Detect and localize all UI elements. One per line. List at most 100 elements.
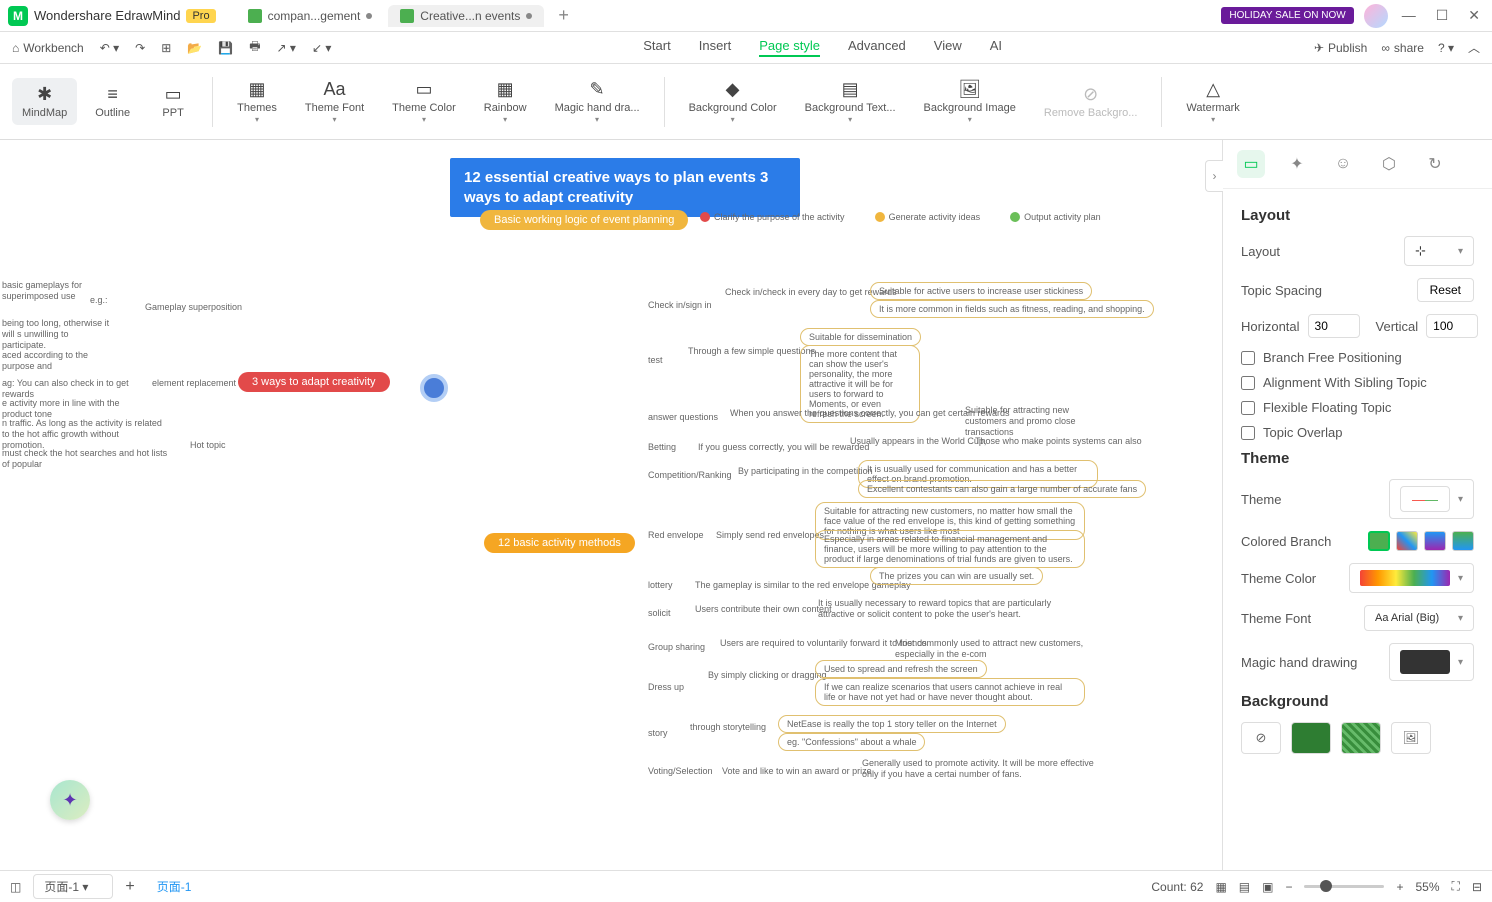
add-page-button[interactable]: + (125, 878, 134, 896)
panel-tab-emoji[interactable]: ☺ (1329, 150, 1357, 178)
map-leaf[interactable]: n traffic. As long as the activity is re… (2, 418, 162, 450)
redo-button[interactable]: ↷ (135, 41, 145, 55)
new-button[interactable]: ⊞ (161, 41, 171, 55)
export-button[interactable]: ↗ ▾ (277, 41, 296, 55)
mindmap-canvas[interactable]: 12 essential creative ways to plan event… (0, 140, 1222, 870)
alignment-sibling-checkbox[interactable] (1241, 376, 1255, 390)
map-node[interactable]: Voting/Selection (648, 766, 713, 776)
magic-hand-dropdown[interactable]: ▾ (1389, 643, 1474, 681)
menu-insert[interactable]: Insert (699, 38, 732, 57)
watermark-button[interactable]: △Watermark▾ (1176, 73, 1249, 130)
map-note[interactable]: eg. "Confessions" about a whale (778, 733, 925, 751)
branch-node[interactable]: 12 basic activity methods (484, 533, 635, 553)
map-leaf[interactable]: being too long, otherwise it will s unwi… (2, 318, 112, 350)
maximize-button[interactable]: ☐ (1432, 3, 1453, 28)
map-leaf[interactable]: Simply send red envelopes (716, 530, 824, 541)
bg-none-button[interactable]: ⊘ (1241, 722, 1281, 754)
menu-ai[interactable]: AI (990, 38, 1002, 57)
import-button[interactable]: ↙ ▾ (312, 41, 331, 55)
branch-color-2[interactable] (1396, 531, 1418, 551)
map-node[interactable]: Group sharing (648, 642, 705, 652)
map-leaf[interactable]: Through a few simple questions (688, 346, 815, 357)
outline-view-button[interactable]: ≡Outline (85, 78, 140, 125)
theme-dropdown[interactable]: ——▾ (1389, 479, 1474, 519)
zoom-in-button[interactable]: + (1396, 880, 1403, 894)
ai-fab-button[interactable]: ✦ (50, 780, 90, 820)
map-leaf[interactable]: If you guess correctly, you will be rewa… (698, 442, 869, 453)
zoom-level[interactable]: 55% (1416, 880, 1440, 894)
panel-tab-icon[interactable]: ⬡ (1375, 150, 1403, 178)
collapse-button[interactable]: ⊟ (1472, 880, 1482, 894)
flexible-floating-checkbox[interactable] (1241, 401, 1255, 415)
map-leaf[interactable]: Gameplay superposition (145, 302, 242, 313)
reset-spacing-button[interactable]: Reset (1417, 278, 1474, 302)
branch-node[interactable]: 3 ways to adapt creativity (238, 372, 390, 392)
zoom-out-button[interactable]: − (1285, 880, 1292, 894)
help-button[interactable]: ? ▾ (1438, 41, 1454, 55)
map-node[interactable]: Betting (648, 442, 676, 452)
horizontal-input[interactable] (1308, 314, 1360, 338)
branch-free-checkbox[interactable] (1241, 351, 1255, 365)
rainbow-button[interactable]: ▦Rainbow▾ (474, 73, 537, 130)
tab-doc-2[interactable]: Creative...n events (388, 5, 544, 27)
tab-doc-1[interactable]: compan...gement (236, 5, 385, 27)
mindmap-view-button[interactable]: ✱MindMap (12, 78, 77, 125)
map-leaf[interactable]: ag: You can also check in to get rewards (2, 378, 132, 400)
bg-image-button[interactable]: 🖼 (1391, 722, 1431, 754)
map-leaf[interactable]: Vote and like to win an award or prize (722, 766, 872, 777)
save-button[interactable]: 💾 (218, 41, 233, 55)
map-leaf[interactable]: basic gameplays for superimposed use (2, 280, 132, 302)
map-node[interactable]: test (648, 355, 663, 365)
minimize-button[interactable]: — (1398, 3, 1420, 28)
vertical-input[interactable] (1426, 314, 1478, 338)
map-leaf[interactable]: By simply clicking or dragging (708, 670, 827, 681)
map-note[interactable]: Especially in areas related to financial… (815, 530, 1085, 568)
map-note[interactable]: Excellent contestants can also gain a la… (858, 480, 1146, 498)
map-node[interactable]: lottery (648, 580, 673, 590)
workbench-button[interactable]: ⌂ Workbench (12, 41, 84, 55)
theme-font-button[interactable]: AaTheme Font▾ (295, 73, 374, 130)
theme-color-button[interactable]: ▭Theme Color▾ (382, 73, 466, 130)
bg-text-button[interactable]: ▤Background Text...▾ (795, 73, 906, 130)
branch-color-3[interactable] (1424, 531, 1446, 551)
map-leaf[interactable]: Users contribute their own content (695, 604, 832, 615)
view-fit-button[interactable]: ▣ (1262, 880, 1273, 894)
map-leaf[interactable]: element replacement (152, 378, 236, 389)
add-tab-button[interactable]: + (548, 5, 579, 27)
collapse-ribbon-button[interactable]: ︿ (1468, 39, 1480, 56)
map-node[interactable]: Red envelope (648, 530, 704, 540)
map-node[interactable]: Dress up (648, 682, 684, 692)
panel-tab-style[interactable]: ✦ (1283, 150, 1311, 178)
map-leaf[interactable]: Hot topic (190, 440, 226, 451)
theme-font-dropdown[interactable]: Aa Arial (Big)▾ (1364, 605, 1474, 631)
topic-overlap-checkbox[interactable] (1241, 426, 1255, 440)
page-tab[interactable]: 页面-1 (147, 878, 202, 895)
map-note[interactable]: It is more common in fields such as fitn… (870, 300, 1154, 318)
map-note[interactable]: NetEase is really the top 1 story teller… (778, 715, 1006, 733)
map-note[interactable]: Usually appears in the World Cup, (850, 436, 986, 447)
map-node[interactable]: story (648, 728, 668, 738)
panel-tab-history[interactable]: ↻ (1421, 150, 1449, 178)
map-node[interactable]: Check in/sign in (648, 300, 712, 310)
magic-hand-button[interactable]: ✎Magic hand dra...▾ (545, 73, 650, 130)
map-note[interactable]: The prizes you can win are usually set. (870, 567, 1043, 585)
bg-color-button[interactable]: ◆Background Color▾ (679, 73, 787, 130)
map-note[interactable]: Those who make points systems can also (975, 436, 1142, 447)
bg-solid-button[interactable] (1291, 722, 1331, 754)
map-note[interactable]: Suitable for active users to increase us… (870, 282, 1092, 300)
menu-start[interactable]: Start (643, 38, 670, 57)
view-grid-button[interactable]: ▦ (1215, 880, 1226, 894)
open-button[interactable]: 📂 (187, 41, 202, 55)
menu-view[interactable]: View (934, 38, 962, 57)
layout-dropdown[interactable]: ⊹▾ (1404, 236, 1474, 266)
close-button[interactable]: ✕ (1464, 3, 1484, 28)
center-node[interactable] (420, 374, 448, 402)
map-note[interactable]: Used to spread and refresh the screen (815, 660, 987, 678)
bg-pattern-button[interactable] (1341, 722, 1381, 754)
map-leaf[interactable]: aced according to the purpose and (2, 350, 112, 372)
panel-tab-layout[interactable]: ▭ (1237, 150, 1265, 178)
themes-button[interactable]: ▦Themes▾ (227, 73, 287, 130)
map-note[interactable]: Generally used to promote activity. It w… (862, 758, 1112, 780)
zoom-slider[interactable] (1304, 885, 1384, 888)
map-leaf[interactable]: must check the hot searches and hot list… (2, 448, 172, 470)
